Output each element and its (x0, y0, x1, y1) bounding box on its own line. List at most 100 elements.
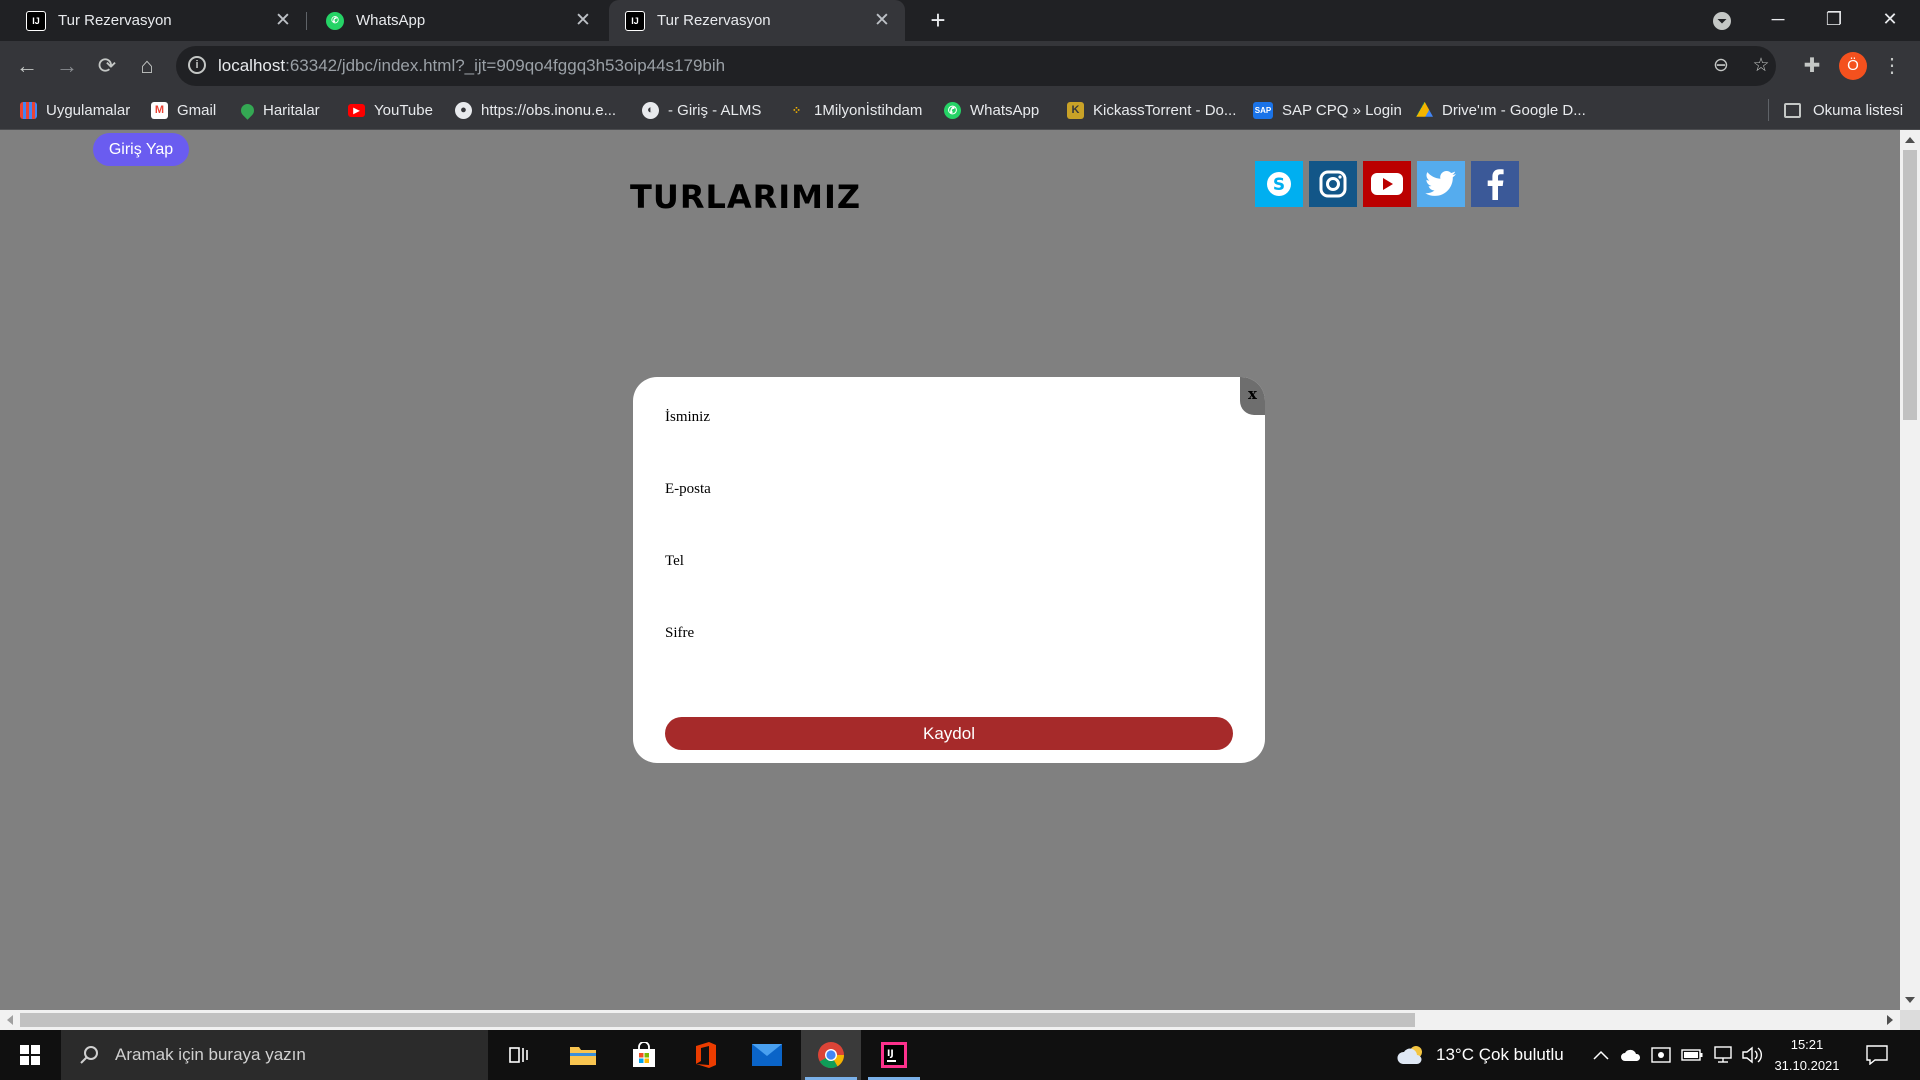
close-tab-icon[interactable]: ✕ (270, 9, 296, 32)
file-explorer-button[interactable] (553, 1030, 613, 1080)
address-bar[interactable]: i localhost:63342/jdbc/index.html?_ijt=9… (176, 46, 1776, 86)
task-view-icon (509, 1047, 528, 1063)
task-view-button[interactable] (490, 1030, 550, 1080)
close-window-button[interactable]: ✕ (1862, 0, 1918, 41)
phone-field[interactable] (665, 573, 1239, 597)
page-title: TURLARIMIZ (630, 178, 862, 216)
email-field[interactable] (665, 501, 1239, 525)
weather-text: 13°C Çok bulutlu (1436, 1045, 1564, 1064)
onedrive-tray[interactable] (1620, 1030, 1642, 1080)
scroll-down-arrow-icon[interactable] (1905, 997, 1915, 1003)
bookmark-kickasstorrent[interactable]: K KickassTorrent - Do... (1067, 91, 1236, 129)
mail-icon (752, 1044, 782, 1066)
notification-icon (1866, 1045, 1888, 1065)
profile-avatar[interactable]: Ö (1839, 52, 1867, 80)
bookmarks-bar: Uygulamalar M Gmail Haritalar ▶ YouTube … (0, 91, 1920, 130)
site-info-icon[interactable]: i (188, 56, 206, 74)
vertical-scrollbar[interactable] (1900, 130, 1920, 1010)
intellij-button[interactable]: IJ (864, 1030, 924, 1080)
facebook-link[interactable] (1471, 161, 1519, 207)
start-button[interactable] (0, 1030, 60, 1080)
name-label: İsminiz (665, 409, 710, 425)
tab-strip: IJ Tur Rezervasyon ✕ ✆ WhatsApp ✕ IJ Tur… (0, 0, 1920, 41)
close-tab-icon[interactable]: ✕ (570, 9, 596, 32)
reading-list-button[interactable]: Okuma listesi (1784, 91, 1903, 129)
scroll-right-arrow-icon[interactable] (1887, 1015, 1893, 1025)
bookmark-gmail[interactable]: M Gmail (151, 91, 216, 129)
apps-grid-icon (20, 101, 37, 119)
bookmark-1milyonistihdam[interactable]: ⁘ 1Milyonİstihdam (788, 91, 923, 129)
email-label: E-posta (665, 481, 711, 497)
horizontal-scroll-thumb[interactable] (20, 1013, 1415, 1027)
maps-pin-icon (238, 100, 257, 120)
drive-icon (1416, 101, 1433, 117)
skype-icon: S (1267, 172, 1291, 196)
show-hidden-icons-button[interactable] (1593, 1030, 1609, 1080)
menu-kebab-icon[interactable]: ⋮ (1878, 52, 1906, 80)
bookmark-youtube[interactable]: ▶ YouTube (348, 91, 433, 129)
mail-button[interactable] (737, 1030, 797, 1080)
tab-tur-rezervasyon-2[interactable]: IJ Tur Rezervasyon ✕ (609, 0, 905, 41)
close-modal-button[interactable]: x (1240, 377, 1265, 415)
chrome-icon (818, 1042, 845, 1069)
restore-button[interactable]: ❐ (1806, 0, 1862, 41)
twitter-link[interactable] (1417, 161, 1465, 207)
network-tray[interactable] (1712, 1030, 1734, 1080)
home-button[interactable]: ⌂ (132, 51, 162, 81)
volume-tray[interactable] (1741, 1030, 1763, 1080)
tab-tur-rezervasyon-1[interactable]: IJ Tur Rezervasyon ✕ (0, 0, 306, 41)
chevron-down-circle-icon (1713, 12, 1731, 30)
skype-link[interactable]: S (1255, 161, 1303, 207)
notifications-button[interactable] (1866, 1030, 1888, 1080)
search-icon (80, 1046, 98, 1064)
taskbar-search-box[interactable]: Aramak için buraya yazın (61, 1030, 488, 1080)
bookmark-whatsapp[interactable]: ✆ WhatsApp (944, 91, 1039, 129)
clock-date: 31.10.2021 (1774, 1058, 1840, 1073)
minimize-button[interactable]: ─ (1750, 0, 1806, 41)
alms-icon: ◐ (642, 101, 659, 119)
cloud-icon (1397, 1046, 1422, 1064)
security-tray[interactable] (1651, 1030, 1671, 1080)
back-button[interactable]: ← (12, 51, 42, 81)
extensions-puzzle-icon[interactable]: ✚ (1798, 52, 1826, 80)
microsoft-store-button[interactable] (614, 1030, 674, 1080)
vertical-scroll-thumb[interactable] (1903, 150, 1917, 420)
forward-button[interactable]: → (52, 51, 82, 81)
search-placeholder: Aramak için buraya yazın (115, 1045, 306, 1064)
scroll-up-arrow-icon[interactable] (1905, 137, 1915, 143)
instagram-link[interactable] (1309, 161, 1357, 207)
horizontal-scrollbar[interactable] (0, 1010, 1900, 1030)
kickass-icon: K (1067, 101, 1084, 119)
office-button[interactable] (676, 1030, 736, 1080)
taskbar-clock[interactable]: 15:21 31.10.2021 (1762, 1034, 1852, 1076)
scroll-left-arrow-icon[interactable] (7, 1015, 13, 1025)
store-bag-icon (633, 1042, 655, 1067)
weather-widget[interactable]: 13°C Çok bulutlu (1396, 1030, 1564, 1080)
battery-tray[interactable] (1681, 1030, 1703, 1080)
tab-search-button[interactable] (1694, 0, 1750, 41)
phone-label: Tel (665, 553, 684, 569)
close-tab-icon[interactable]: ✕ (869, 9, 895, 32)
bookmark-alms[interactable]: ◐ - Giriş - ALMS (642, 91, 761, 129)
login-button[interactable]: Giriş Yap (93, 133, 189, 166)
tab-whatsapp[interactable]: ✆ WhatsApp ✕ (306, 0, 606, 41)
bookmark-google-drive[interactable]: Drive'ım - Google D... (1416, 91, 1586, 129)
bookmark-obs-inonu[interactable]: ● https://obs.inonu.e... (455, 91, 616, 129)
chrome-button[interactable] (801, 1030, 861, 1080)
bookmark-star-icon[interactable]: ☆ (1750, 55, 1772, 77)
bookmark-haritalar[interactable]: Haritalar (238, 91, 320, 129)
new-tab-button[interactable]: + (924, 6, 952, 34)
defender-icon (1651, 1047, 1671, 1063)
register-button[interactable]: Kaydol (665, 717, 1233, 750)
zoom-icon[interactable]: ⊖ (1710, 55, 1732, 77)
youtube-link[interactable] (1363, 161, 1411, 207)
bookmark-sap-cpq[interactable]: SAP SAP CPQ » Login (1253, 91, 1402, 129)
instagram-icon (1319, 170, 1347, 198)
reload-button[interactable]: ⟳ (92, 51, 122, 81)
twitter-icon (1425, 171, 1456, 196)
speaker-icon (1742, 1046, 1762, 1064)
bookmark-uygulamalar[interactable]: Uygulamalar (20, 91, 130, 129)
name-field[interactable] (665, 429, 1239, 453)
password-field[interactable] (665, 645, 1239, 669)
globe-icon: ● (455, 101, 472, 119)
